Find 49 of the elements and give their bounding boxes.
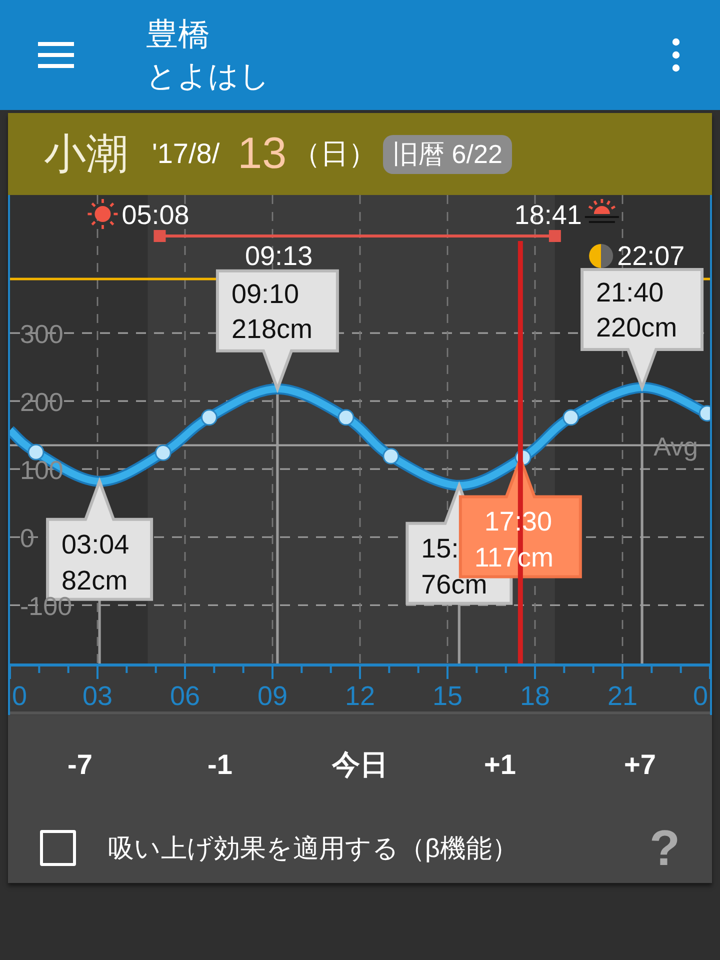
day-jump-button[interactable]: 今日 bbox=[322, 740, 398, 790]
moon-icon bbox=[589, 244, 614, 268]
point bbox=[154, 444, 172, 462]
location-title: 豊橋 bbox=[146, 15, 211, 54]
point bbox=[382, 448, 400, 464]
checkbox-label: 吸い上げ効果を適用する（β機能） bbox=[108, 832, 519, 864]
callout-time: 15: bbox=[421, 533, 459, 564]
callout-height: 220cm bbox=[596, 312, 678, 342]
point bbox=[562, 409, 580, 426]
day-number: 13 bbox=[238, 129, 287, 179]
more-icon[interactable] bbox=[672, 38, 680, 72]
y-axis-label: 300 bbox=[20, 319, 64, 350]
x-axis-label: 15 bbox=[432, 681, 463, 711]
x-axis-label: 18 bbox=[520, 681, 550, 711]
x-axis-label: 06 bbox=[170, 681, 200, 711]
callout-height: 76cm bbox=[421, 569, 488, 600]
callout-time: 21:40 bbox=[596, 278, 664, 308]
callout-time: 03:04 bbox=[62, 529, 130, 560]
x-axis-label: 12 bbox=[344, 681, 376, 711]
day-jump-button[interactable]: -7 bbox=[58, 743, 102, 787]
sun-icon bbox=[88, 199, 118, 229]
date-text: '17/8/ bbox=[152, 138, 220, 170]
x-axis-label: 0 bbox=[12, 681, 28, 711]
menu-icon[interactable] bbox=[38, 42, 74, 68]
sunset-time: 18:41 bbox=[514, 200, 582, 230]
y-axis-label: 200 bbox=[20, 387, 64, 418]
callout-height: 82cm bbox=[62, 565, 128, 596]
point bbox=[200, 409, 218, 426]
checkbox[interactable] bbox=[40, 830, 76, 866]
callout-time: 09:10 bbox=[231, 278, 300, 309]
day-jump-button[interactable]: +1 bbox=[474, 743, 526, 787]
point bbox=[338, 409, 354, 426]
lunar-date-badge: 旧暦 6/22 bbox=[382, 134, 512, 174]
day-jump-button[interactable]: +7 bbox=[614, 743, 666, 787]
x-axis-label: 0 bbox=[692, 681, 708, 711]
y-axis-label: 0 bbox=[20, 523, 34, 554]
sunrise-time: 05:08 bbox=[122, 200, 190, 230]
tide-name: 小潮 bbox=[44, 129, 128, 179]
x-axis-label: 21 bbox=[607, 681, 638, 711]
help-button[interactable]: ? bbox=[649, 819, 680, 877]
moonset-time: 09:13 bbox=[245, 241, 313, 271]
moonrise-time: 22:07 bbox=[617, 241, 685, 271]
callout-height: 218cm bbox=[231, 314, 312, 344]
x-axis-label: 03 bbox=[82, 681, 113, 711]
location-reading: とよはし bbox=[146, 59, 271, 95]
weekday-text: （日） bbox=[292, 137, 377, 171]
sunset-icon bbox=[584, 199, 619, 223]
x-axis-label: 09 bbox=[257, 681, 288, 711]
day-jump-button[interactable]: -1 bbox=[198, 743, 242, 787]
